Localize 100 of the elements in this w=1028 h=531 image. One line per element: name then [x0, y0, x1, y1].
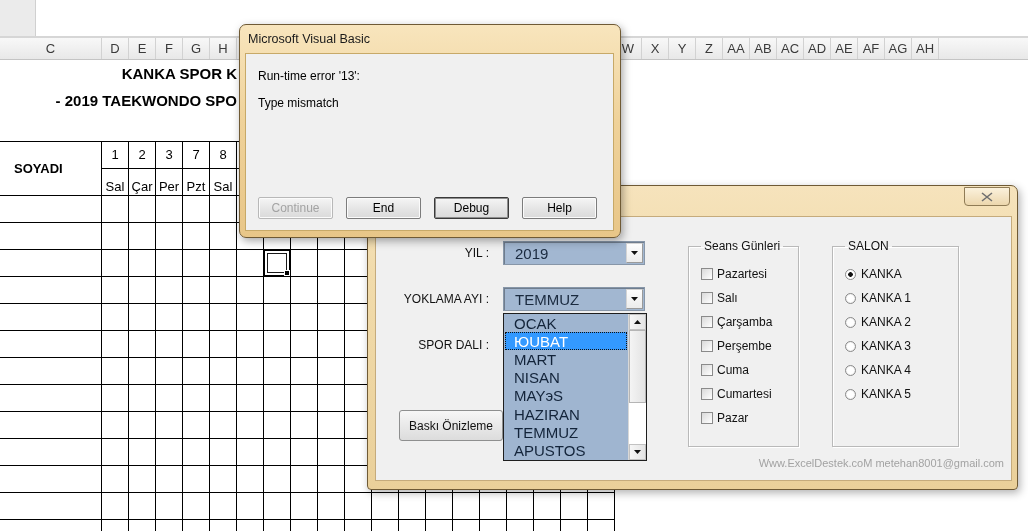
checkbox[interactable] — [701, 316, 713, 328]
sheet-cell[interactable] — [291, 412, 318, 439]
sheet-cell[interactable] — [237, 466, 264, 493]
sheet-cell[interactable] — [534, 493, 561, 520]
sheet-cell[interactable] — [129, 223, 156, 250]
column-header[interactable]: AE — [831, 38, 858, 59]
checkbox[interactable] — [701, 292, 713, 304]
sheet-cell[interactable] — [210, 304, 237, 331]
sheet-cell[interactable] — [480, 493, 507, 520]
sheet-cell[interactable] — [291, 439, 318, 466]
sheet-cell[interactable] — [372, 493, 399, 520]
sheet-cell[interactable] — [318, 439, 345, 466]
sheet-cell[interactable] — [0, 331, 102, 358]
sheet-cell[interactable] — [291, 304, 318, 331]
sheet-cell[interactable] — [237, 250, 264, 277]
sheet-cell[interactable] — [102, 331, 129, 358]
sheet-cell[interactable] — [237, 304, 264, 331]
sheet-cell[interactable] — [291, 277, 318, 304]
sheet-cell[interactable] — [561, 493, 588, 520]
sheet-cell[interactable] — [129, 493, 156, 520]
sheet-cell[interactable] — [129, 358, 156, 385]
sheet-cell[interactable] — [102, 250, 129, 277]
sheet-cell[interactable] — [399, 493, 426, 520]
sheet-cell[interactable] — [102, 277, 129, 304]
sheet-cell[interactable] — [183, 439, 210, 466]
sheet-cell[interactable] — [237, 277, 264, 304]
sheet-cell[interactable] — [102, 493, 129, 520]
sheet-cell[interactable] — [183, 358, 210, 385]
sheet-cell[interactable] — [264, 277, 291, 304]
sheet-cell[interactable] — [210, 385, 237, 412]
combo-box[interactable]: TEMMUZ — [503, 287, 645, 311]
sheet-cell[interactable] — [156, 277, 183, 304]
sheet-cell[interactable] — [0, 250, 102, 277]
sheet-cell[interactable] — [156, 358, 183, 385]
radio-button[interactable] — [845, 268, 856, 280]
sheet-cell[interactable] — [291, 466, 318, 493]
sheet-cell[interactable] — [210, 277, 237, 304]
sheet-cell[interactable] — [237, 358, 264, 385]
dialog-button[interactable]: End — [346, 197, 421, 219]
sheet-cell[interactable] — [291, 385, 318, 412]
sheet-cell[interactable] — [183, 493, 210, 520]
sheet-cell[interactable] — [210, 331, 237, 358]
column-header[interactable]: AG — [885, 38, 912, 59]
sheet-cell[interactable] — [318, 358, 345, 385]
sheet-cell[interactable] — [264, 412, 291, 439]
column-header[interactable]: AC — [777, 38, 804, 59]
sheet-cell[interactable] — [0, 466, 102, 493]
sheet-cell[interactable] — [156, 439, 183, 466]
sheet-cell[interactable] — [264, 358, 291, 385]
checkbox[interactable] — [701, 268, 713, 280]
sheet-cell[interactable] — [588, 493, 615, 520]
sheet-cell[interactable] — [0, 385, 102, 412]
sheet-cell[interactable] — [183, 466, 210, 493]
sheet-cell[interactable] — [0, 223, 102, 250]
list-option[interactable]: NISAN — [505, 368, 627, 387]
column-header[interactable]: C — [0, 38, 102, 59]
sheet-cell[interactable] — [102, 196, 129, 223]
sheet-cell[interactable] — [210, 439, 237, 466]
sheet-cell[interactable] — [210, 250, 237, 277]
sheet-cell[interactable] — [129, 385, 156, 412]
sheet-cell[interactable] — [264, 331, 291, 358]
sheet-cell[interactable] — [0, 439, 102, 466]
sheet-cell[interactable] — [210, 358, 237, 385]
sheet-cell[interactable] — [183, 331, 210, 358]
sheet-cell[interactable] — [453, 493, 480, 520]
radio-button[interactable] — [845, 316, 856, 328]
sheet-cell[interactable] — [0, 196, 102, 223]
list-option[interactable]: APUSTOS — [505, 441, 627, 460]
sheet-cell[interactable] — [156, 412, 183, 439]
sheet-cell[interactable] — [0, 412, 102, 439]
dropdown-button[interactable] — [626, 243, 643, 263]
sheet-cell[interactable] — [156, 331, 183, 358]
column-header[interactable]: D — [102, 38, 129, 59]
sheet-cell[interactable] — [237, 439, 264, 466]
preview-button[interactable]: Baskı Önizleme — [399, 410, 503, 441]
radio-button[interactable] — [845, 388, 856, 400]
sheet-cell[interactable] — [0, 358, 102, 385]
sheet-cell[interactable] — [291, 250, 318, 277]
list-option[interactable]: MAYэS — [505, 386, 627, 405]
sheet-cell[interactable] — [183, 223, 210, 250]
column-header[interactable]: E — [129, 38, 156, 59]
list-option[interactable]: TEMMUZ — [505, 423, 627, 442]
dialog-button[interactable]: Debug — [434, 197, 509, 219]
sheet-cell[interactable] — [129, 250, 156, 277]
column-header[interactable]: AH — [912, 38, 939, 59]
sheet-cell[interactable] — [183, 304, 210, 331]
sheet-cell[interactable] — [264, 439, 291, 466]
sheet-cell[interactable] — [237, 493, 264, 520]
list-option[interactable]: OCAK — [505, 314, 627, 333]
sheet-cell[interactable] — [156, 223, 183, 250]
dropdown-button[interactable] — [626, 289, 643, 309]
column-header[interactable]: G — [183, 38, 210, 59]
fill-handle[interactable] — [284, 270, 290, 276]
sheet-cell[interactable] — [264, 385, 291, 412]
scrollbar-thumb[interactable] — [629, 330, 646, 403]
sheet-cell[interactable] — [129, 331, 156, 358]
sheet-cell[interactable] — [156, 196, 183, 223]
sheet-cell[interactable] — [318, 385, 345, 412]
sheet-cell[interactable] — [102, 358, 129, 385]
column-header[interactable]: X — [642, 38, 669, 59]
